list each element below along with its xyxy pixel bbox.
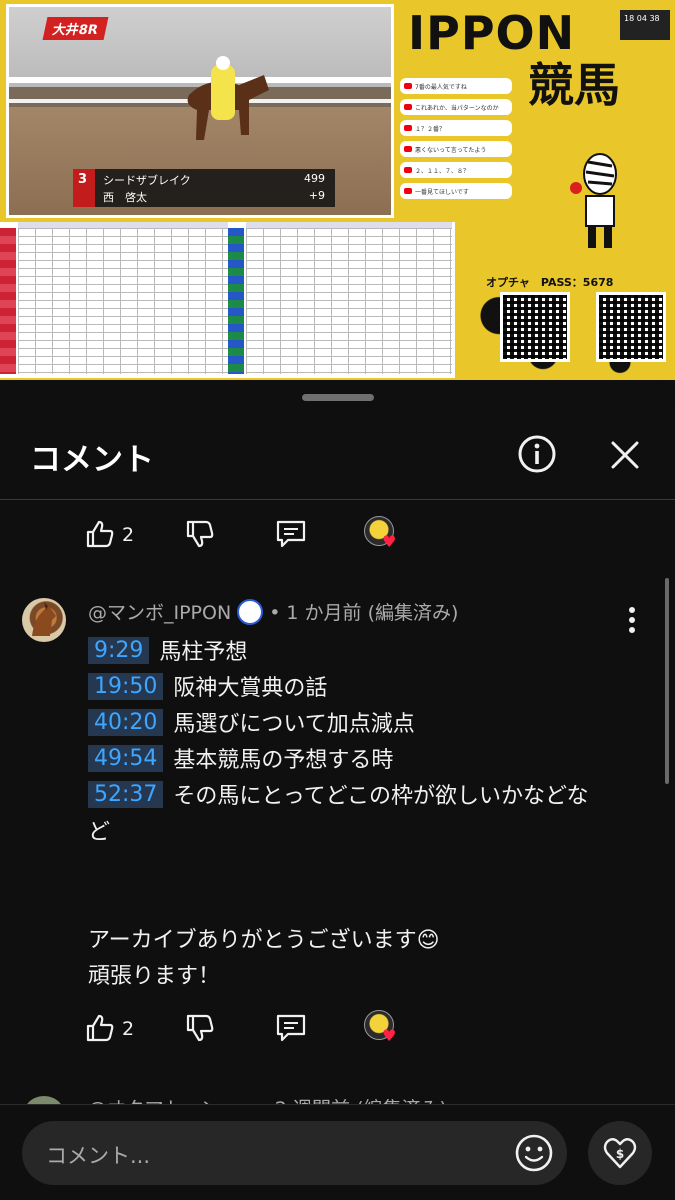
- avatar[interactable]: [22, 598, 66, 642]
- scrollbar[interactable]: [665, 578, 669, 784]
- chat-text: 7番の最人気ですね: [415, 83, 467, 91]
- horse-image: [187, 56, 269, 140]
- chapter-text: 馬選びについて加点減点: [173, 712, 415, 737]
- author-handle[interactable]: @マンボ_IPPON: [88, 598, 231, 625]
- super-thanks-icon: $: [603, 1138, 637, 1169]
- super-thanks-button[interactable]: $: [588, 1121, 652, 1185]
- youtube-icon: [404, 167, 412, 173]
- chat-line: 一番見てほしいです: [400, 183, 512, 199]
- emoji-icon[interactable]: [514, 1133, 554, 1173]
- member-badge-icon: [237, 598, 264, 625]
- horse-name: シードザブレイク: [103, 174, 191, 187]
- chapter-text: 基本競馬の予想する時: [173, 748, 394, 773]
- comment-text: 頑張ります！: [88, 964, 221, 989]
- drag-handle[interactable]: [302, 394, 374, 401]
- svg-text:$: $: [616, 1147, 624, 1161]
- chapter-row: 19:50 阪神大賞典の話: [88, 670, 327, 702]
- qr-code-x: [596, 292, 666, 362]
- like-icon[interactable]: [84, 1012, 116, 1044]
- horse-weight: 499: [304, 172, 325, 185]
- chapter-text: 阪神大賞典の話: [173, 676, 328, 701]
- live-chat-overlay: 7番の最人気ですね これあれか、当パターンなのか １？２番？ 悪くないって言って…: [400, 78, 512, 218]
- jockey-name: 西 啓太: [103, 191, 147, 204]
- race-tag: 大井8R: [42, 17, 109, 40]
- heart-icon: ♥: [382, 532, 397, 551]
- youtube-icon: [404, 146, 412, 152]
- chapter-row: 9:29 馬柱予想: [88, 634, 247, 666]
- youtube-icon: [404, 125, 412, 131]
- dislike-icon[interactable]: [184, 1012, 216, 1044]
- chat-text: １？２番？: [415, 125, 446, 133]
- like-count: 2: [122, 524, 135, 546]
- weight-diff: +9: [308, 189, 325, 202]
- chat-line: ２、１１、７、８？: [400, 162, 512, 178]
- chat-text: これあれか、当パターンなのか: [415, 104, 499, 112]
- odds-table-right: [246, 228, 452, 374]
- odds-table-left: [18, 228, 228, 374]
- chat-line: 7番の最人気ですね: [400, 78, 512, 94]
- comment-composer: コメント... $: [0, 1104, 675, 1200]
- creator-heart: ♥: [364, 516, 402, 554]
- dislike-icon[interactable]: [184, 518, 216, 550]
- qr-code-line: [500, 292, 570, 362]
- table-row-labels: [228, 228, 244, 374]
- panel-title: コメント: [30, 442, 154, 478]
- close-icon[interactable]: [606, 436, 644, 474]
- comment-actions: 2 ♥: [84, 1008, 424, 1050]
- comment-text: ど: [88, 820, 111, 845]
- info-icon[interactable]: [517, 434, 557, 474]
- horse-avatar-icon: [32, 602, 56, 636]
- chapter-text: 馬柱予想: [159, 640, 248, 665]
- youtube-icon: [404, 188, 412, 194]
- ippon-logo-sub: 競馬: [528, 58, 620, 112]
- chat-line: 悪くないって言ってたよう: [400, 141, 512, 157]
- divider: [0, 499, 675, 500]
- race-data-tables: [0, 222, 455, 378]
- ippon-logo: IPPON: [408, 6, 576, 60]
- comment-text: アーカイブありがとうございます😊: [88, 928, 440, 953]
- timestamp-link[interactable]: 19:50: [88, 672, 164, 700]
- chapter-text: その馬にとってどこの枠が欲しいかなどな: [173, 784, 589, 809]
- comment-input[interactable]: コメント...: [22, 1121, 567, 1185]
- timestamp-link[interactable]: 9:29: [88, 636, 150, 664]
- creator-heart: ♥: [364, 1010, 402, 1048]
- timestamp-link[interactable]: 49:54: [88, 744, 164, 772]
- chapter-row: 49:54 基本競馬の予想する時: [88, 742, 393, 774]
- like-count: 2: [122, 1018, 135, 1040]
- comment-placeholder: コメント...: [46, 1144, 151, 1168]
- race-feed: 大井8R 3 シードザブレイク 西 啓太 499 +9: [6, 4, 394, 218]
- comments-panel: コメント 2 ♥ @マンボ_IPPON • 1 か月前 (編集済み) 9:29 …: [0, 380, 675, 1200]
- author-line: @マンボ_IPPON • 1 か月前 (編集済み): [88, 598, 458, 625]
- like-icon[interactable]: [84, 518, 116, 550]
- chat-text: 一番見てほしいです: [415, 188, 469, 196]
- youtube-icon: [404, 83, 412, 89]
- chat-text: 悪くないって言ってたよう: [415, 146, 487, 154]
- stream-clock: 18 04 38: [620, 10, 670, 40]
- comment-actions: 2 ♥: [84, 514, 424, 556]
- heart-icon: ♥: [382, 1026, 397, 1045]
- table-row-labels: [0, 228, 16, 374]
- chat-text: ２、１１、７、８？: [415, 167, 470, 175]
- youtube-icon: [404, 104, 412, 110]
- more-options-icon[interactable]: [622, 600, 642, 640]
- chat-line: １？２番？: [400, 120, 512, 136]
- open-chat-pass: オプチャ PASS：5678: [486, 276, 614, 289]
- chapter-row: 52:37 その馬にとってどこの枠が欲しいかなどな: [88, 778, 589, 810]
- chapter-row: 40:20 馬選びについて加点減点: [88, 706, 415, 738]
- timestamp-link[interactable]: 40:20: [88, 708, 164, 736]
- race-info-overlay: 3 シードザブレイク 西 啓太 499 +9: [73, 169, 335, 207]
- video-player[interactable]: 大井8R 3 シードザブレイク 西 啓太 499 +9 IPPON 競馬 18 …: [0, 0, 675, 380]
- reply-icon[interactable]: [274, 518, 308, 550]
- horse-number: 3: [78, 172, 88, 187]
- timestamp-link[interactable]: 52:37: [88, 780, 164, 808]
- comment-meta: • 1 か月前 (編集済み): [269, 602, 459, 624]
- reply-icon[interactable]: [274, 1012, 308, 1044]
- chat-line: これあれか、当パターンなのか: [400, 99, 512, 115]
